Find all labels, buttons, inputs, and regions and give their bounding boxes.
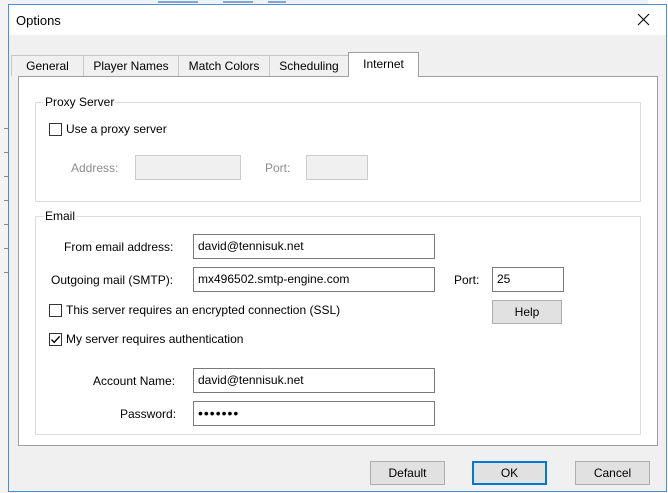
ssl-checkbox[interactable] [49,304,62,317]
proxy-port-label: Port: [265,161,291,175]
from-address-label: From email address: [64,240,174,254]
proxy-server-legend: Proxy Server [44,95,116,109]
background-app-edge [0,0,8,493]
checkmark-icon [50,335,61,344]
proxy-address-field[interactable] [135,155,241,180]
tab-label: Match Colors [188,59,260,73]
close-icon [637,13,650,26]
close-button[interactable] [622,5,666,35]
email-legend: Email [44,209,77,223]
email-group: Email From email address: david@tennisuk… [35,209,641,435]
smtp-port-label: Port: [454,273,480,287]
account-name-label: Account Name: [93,374,176,388]
use-proxy-label[interactable]: Use a proxy server [66,122,167,136]
tab-label: General [26,59,69,73]
title-bar: Options [9,5,666,35]
proxy-address-label: Address: [71,161,119,175]
tab-scheduling[interactable]: Scheduling [269,55,349,76]
tab-label: Internet [363,57,404,71]
password-field[interactable]: ••••••• [193,401,435,426]
smtp-port-field[interactable]: 25 [492,267,564,292]
tab-label: Player Names [93,59,169,73]
tab-internet[interactable]: Internet [348,52,419,77]
ok-button[interactable]: OK [472,461,547,485]
window-title: Options [16,13,61,28]
default-button[interactable]: Default [370,461,445,485]
tab-general[interactable]: General [11,55,84,76]
tab-label: Scheduling [279,59,339,73]
from-address-field[interactable]: david@tennisuk.net [193,234,435,259]
use-proxy-checkbox[interactable] [49,123,62,136]
smtp-server-field[interactable]: mx496502.smtp-engine.com [193,267,435,292]
authentication-label[interactable]: My server requires authentication [66,332,243,346]
ssl-label[interactable]: This server requires an encrypted connec… [66,303,340,317]
tab-player-names[interactable]: Player Names [83,55,179,76]
options-dialog: Options General Player Names Match Color… [8,4,667,492]
account-name-field[interactable]: david@tennisuk.net [193,368,435,393]
help-button[interactable]: Help [492,300,562,324]
proxy-port-field[interactable] [306,155,368,180]
internet-tab-panel: Proxy Server Use a proxy server Address:… [18,76,658,446]
tab-match-colors[interactable]: Match Colors [178,55,270,76]
cancel-button[interactable]: Cancel [575,461,650,485]
password-label: Password: [120,407,177,421]
proxy-server-group: Proxy Server Use a proxy server Address:… [35,95,641,202]
authentication-checkbox[interactable] [49,333,62,346]
smtp-server-label: Outgoing mail (SMTP): [51,273,174,287]
